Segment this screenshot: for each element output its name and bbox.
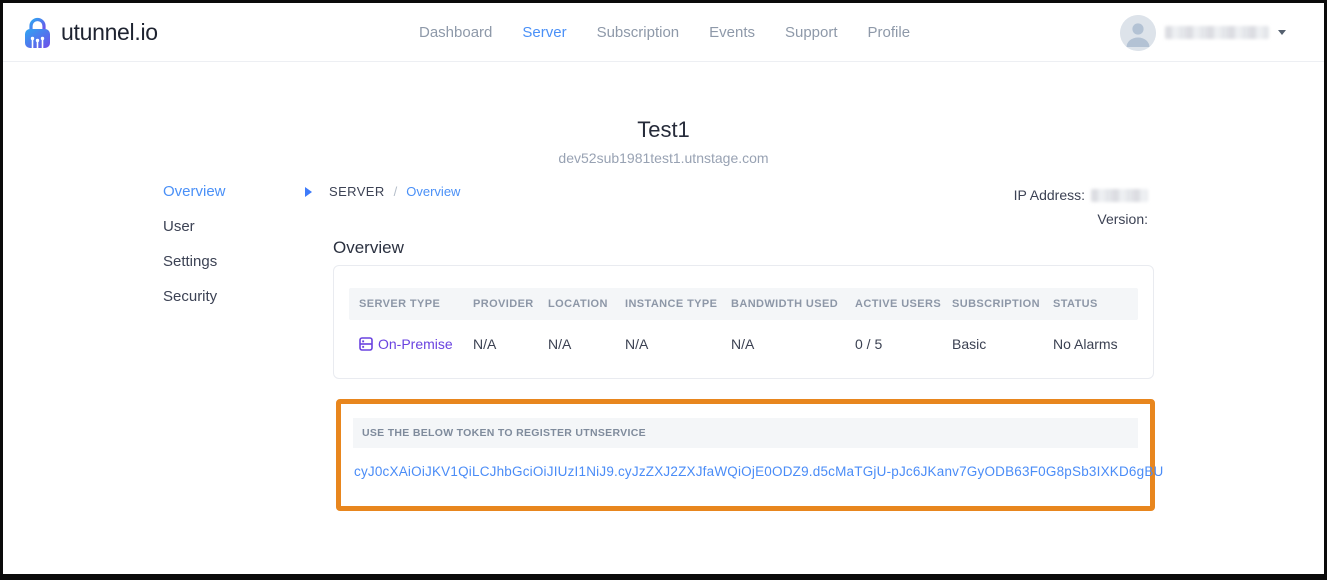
token-label-strip: USE THE BELOW TOKEN TO REGISTER UTNSERVI…	[353, 418, 1138, 448]
token-instruction-label: USE THE BELOW TOKEN TO REGISTER UTNSERVI…	[362, 427, 646, 439]
server-type-value: On-Premise	[378, 336, 453, 352]
sidebar-item-user[interactable]: User	[163, 218, 226, 235]
cell-subscription: Basic	[952, 336, 1053, 352]
col-location: LOCATION	[548, 298, 625, 310]
col-status: STATUS	[1053, 298, 1138, 310]
cell-location: N/A	[548, 336, 625, 352]
brand-name: utunnel.io	[61, 19, 158, 46]
cell-provider: N/A	[473, 336, 548, 352]
server-sidebar: Overview User Settings Security	[163, 183, 226, 305]
breadcrumb: SERVER / Overview	[305, 184, 460, 199]
col-bandwidth-used: BANDWIDTH USED	[731, 298, 855, 310]
utunnel-lock-icon	[22, 15, 53, 51]
cell-server-type[interactable]: On-Premise	[359, 336, 473, 352]
cell-status: No Alarms	[1053, 336, 1138, 352]
version-label: Version:	[1097, 207, 1148, 231]
sidebar-item-overview[interactable]: Overview	[163, 183, 226, 200]
nav-profile[interactable]: Profile	[868, 24, 911, 41]
cell-bandwidth-used: N/A	[731, 336, 855, 352]
breadcrumb-separator: /	[394, 184, 398, 199]
col-provider: PROVIDER	[473, 298, 548, 310]
breadcrumb-arrow-icon	[305, 187, 312, 197]
brand-logo[interactable]: utunnel.io	[22, 3, 158, 62]
col-subscription: SUBSCRIPTION	[952, 298, 1053, 310]
server-overview-card: SERVER TYPE PROVIDER LOCATION INSTANCE T…	[333, 265, 1154, 379]
breadcrumb-section: SERVER	[329, 184, 385, 199]
top-navbar: utunnel.io Dashboard Server Subscription…	[3, 3, 1324, 62]
main-nav: Dashboard Server Subscription Events Sup…	[419, 3, 910, 62]
server-domain: dev52sub1981test1.utnstage.com	[3, 150, 1324, 166]
col-instance-type: INSTANCE TYPE	[625, 298, 731, 310]
ip-address-label: IP Address:	[1014, 183, 1085, 207]
nav-dashboard[interactable]: Dashboard	[419, 24, 492, 41]
ip-address-redacted	[1091, 189, 1148, 202]
table-header-row: SERVER TYPE PROVIDER LOCATION INSTANCE T…	[349, 288, 1138, 320]
table-row: On-Premise N/A N/A N/A N/A 0 / 5 Basic N…	[349, 328, 1138, 360]
sidebar-item-security[interactable]: Security	[163, 288, 226, 305]
nav-events[interactable]: Events	[709, 24, 755, 41]
server-meta: IP Address: Version:	[1014, 183, 1148, 231]
cell-active-users: 0 / 5	[855, 336, 952, 352]
sidebar-item-settings[interactable]: Settings	[163, 253, 226, 270]
token-panel-highlighted: USE THE BELOW TOKEN TO REGISTER UTNSERVI…	[336, 399, 1155, 511]
server-rack-icon	[359, 337, 373, 351]
caret-down-icon	[1278, 30, 1286, 35]
ip-address-line: IP Address:	[1014, 183, 1148, 207]
registration-token[interactable]: cyJ0cXAiOiJKV1QiLCJhbGciOiJIUzI1NiJ9.cyJ…	[354, 464, 1138, 479]
col-active-users: ACTIVE USERS	[855, 298, 952, 310]
col-server-type: SERVER TYPE	[359, 298, 473, 310]
breadcrumb-current[interactable]: Overview	[406, 184, 460, 199]
server-name-title: Test1	[3, 117, 1324, 143]
app-window: utunnel.io Dashboard Server Subscription…	[0, 0, 1327, 580]
user-account-menu[interactable]	[1120, 3, 1286, 62]
version-line: Version:	[1014, 207, 1148, 231]
nav-server[interactable]: Server	[522, 24, 566, 41]
overview-section-heading: Overview	[333, 238, 404, 258]
cell-instance-type: N/A	[625, 336, 731, 352]
user-avatar	[1120, 15, 1156, 51]
nav-support[interactable]: Support	[785, 24, 838, 41]
nav-subscription[interactable]: Subscription	[597, 24, 680, 41]
user-name-redacted	[1165, 26, 1269, 39]
